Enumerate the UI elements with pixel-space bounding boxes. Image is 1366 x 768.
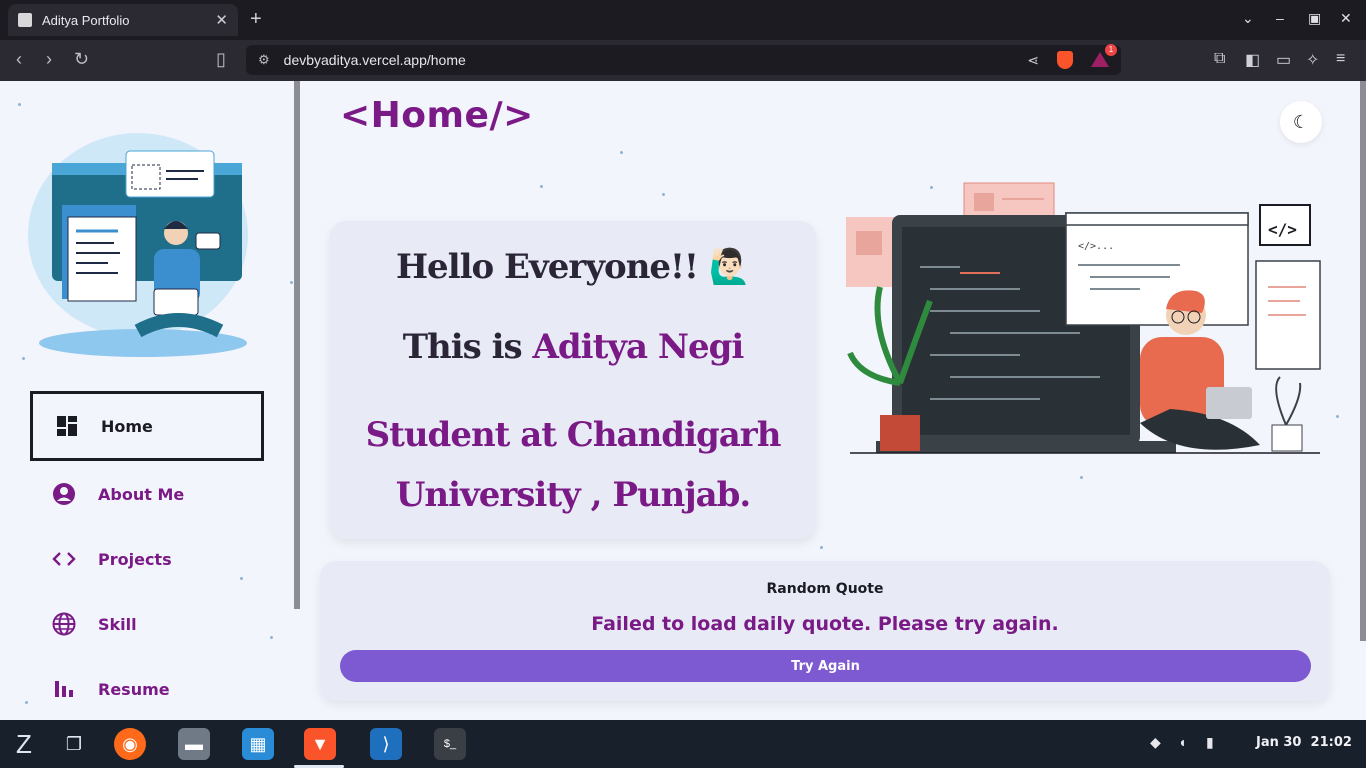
- files-icon[interactable]: ▬: [178, 728, 210, 760]
- extensions-icon[interactable]: ⧉: [1214, 50, 1225, 68]
- tab-title: Aditya Portfolio: [42, 12, 130, 28]
- volume-icon[interactable]: ◖: [1178, 734, 1186, 750]
- bookmark-icon[interactable]: ▯: [216, 49, 226, 70]
- sidebar-item-label: Skill: [98, 614, 137, 634]
- share-icon[interactable]: ⋖: [1027, 52, 1039, 69]
- moon-icon: ☾: [1292, 111, 1310, 132]
- clock[interactable]: Jan 30 21:02: [1256, 735, 1352, 750]
- workspaces-icon[interactable]: ❐: [58, 728, 90, 760]
- back-icon[interactable]: ‹: [16, 49, 22, 70]
- bar-chart-icon: [52, 677, 76, 701]
- svg-text:</>...: </>...: [1078, 241, 1114, 252]
- date-text: Jan 30: [1256, 735, 1302, 750]
- student-line-1: Student at Chandigarh: [365, 415, 782, 455]
- minimize-icon[interactable]: –: [1276, 10, 1284, 26]
- sidebar-item-skill[interactable]: Skill: [30, 589, 264, 659]
- author-name: Aditya Negi: [532, 327, 745, 367]
- user-circle-icon: [52, 482, 76, 506]
- intro-card: Hello Everyone!! 🙋🏻‍♂️ This is Aditya Ne…: [330, 221, 816, 539]
- wifi-icon[interactable]: ◆: [1150, 734, 1161, 751]
- try-again-button[interactable]: Try Again: [340, 650, 1311, 682]
- rewards-badge: 1: [1105, 44, 1117, 56]
- quote-card: Random Quote Failed to load daily quote.…: [320, 561, 1330, 701]
- tab-list-chevron-icon[interactable]: ⌄: [1242, 10, 1254, 27]
- code-icon: [52, 547, 76, 571]
- sidebar-item-label: About Me: [98, 484, 185, 504]
- forward-icon[interactable]: ›: [46, 49, 52, 70]
- svg-text:</>: </>: [1268, 220, 1297, 239]
- intro-prefix: This is: [402, 327, 533, 367]
- sidebar: Home About Me Projects Skill Resume: [0, 81, 300, 720]
- new-tab-button[interactable]: +: [250, 8, 262, 31]
- battery-icon[interactable]: ▮: [1206, 734, 1214, 751]
- quote-error-message: Failed to load daily quote. Please try a…: [591, 613, 1059, 635]
- sidebar-item-label: Resume: [98, 679, 170, 699]
- zorin-menu-icon[interactable]: Z: [8, 728, 40, 760]
- sidebar-toggle-icon[interactable]: ◧: [1245, 50, 1260, 70]
- site-info-icon[interactable]: ⚙: [258, 52, 270, 68]
- reload-icon[interactable]: ↻: [74, 49, 89, 70]
- leo-ai-icon[interactable]: ✧: [1306, 50, 1319, 70]
- page-scrollbar[interactable]: [1360, 81, 1366, 641]
- brave-shields-icon[interactable]: [1057, 51, 1073, 69]
- student-info: Student at Chandigarh University , Punja…: [330, 405, 816, 525]
- main-content: <Home/> ☾ Hello Everyone!! 🙋🏻‍♂️ This is…: [300, 81, 1360, 720]
- favicon-icon: [18, 13, 32, 27]
- brave-browser-icon[interactable]: ▼: [304, 728, 336, 760]
- browser-tabbar: Aditya Portfolio ✕ + ⌄ – ▣ ✕: [0, 0, 1366, 40]
- theme-toggle-button[interactable]: ☾: [1280, 101, 1322, 143]
- coding-illustration: </>... </>: [846, 182, 1321, 454]
- terminal-icon[interactable]: $_: [434, 728, 466, 760]
- browser-navbar: ‹ › ↻ ▯ ⚙ devbyaditya.vercel.app/home ⋖ …: [0, 40, 1366, 81]
- greeting: Hello Everyone!! 🙋🏻‍♂️: [395, 247, 751, 287]
- developer-illustration: [28, 133, 248, 357]
- software-store-icon[interactable]: ▦: [242, 728, 274, 760]
- page-title: <Home/>: [340, 95, 534, 136]
- time-text: 21:02: [1310, 735, 1352, 750]
- tab-close-icon[interactable]: ✕: [215, 11, 228, 29]
- sidebar-item-label: Projects: [98, 549, 172, 569]
- page-viewport: Home About Me Projects Skill Resume <Hom…: [0, 81, 1366, 720]
- address-bar[interactable]: ⚙ devbyaditya.vercel.app/home ⋖ 1: [246, 44, 1121, 75]
- student-line-2: University , Punjab.: [395, 475, 752, 515]
- sidebar-item-projects[interactable]: Projects: [30, 524, 264, 594]
- vscode-icon[interactable]: ⟩: [370, 728, 402, 760]
- menu-icon[interactable]: ≡: [1336, 50, 1345, 68]
- globe-icon: [52, 612, 76, 636]
- quote-label: Random Quote: [766, 581, 884, 597]
- window-close-icon[interactable]: ✕: [1340, 10, 1352, 27]
- browser-tab[interactable]: Aditya Portfolio ✕: [8, 4, 238, 36]
- sidebar-item-resume[interactable]: Resume: [30, 654, 264, 720]
- sidebar-item-home[interactable]: Home: [30, 391, 264, 461]
- intro-line: This is Aditya Negi: [330, 327, 816, 367]
- brave-rewards-icon[interactable]: 1: [1091, 44, 1117, 68]
- firefox-icon[interactable]: ◉: [114, 728, 146, 760]
- taskbar: Z ❐ ◉ ▬ ▦ ▼ ⟩ $_ ◆ ◖ ▮ Jan 30 21:02: [0, 720, 1366, 768]
- maximize-icon[interactable]: ▣: [1308, 10, 1321, 27]
- url-text[interactable]: devbyaditya.vercel.app/home: [284, 52, 1028, 68]
- wallet-icon[interactable]: ▭: [1276, 50, 1291, 70]
- sidebar-item-about[interactable]: About Me: [30, 459, 264, 529]
- sidebar-item-label: Home: [101, 416, 153, 436]
- dashboard-icon: [55, 414, 79, 438]
